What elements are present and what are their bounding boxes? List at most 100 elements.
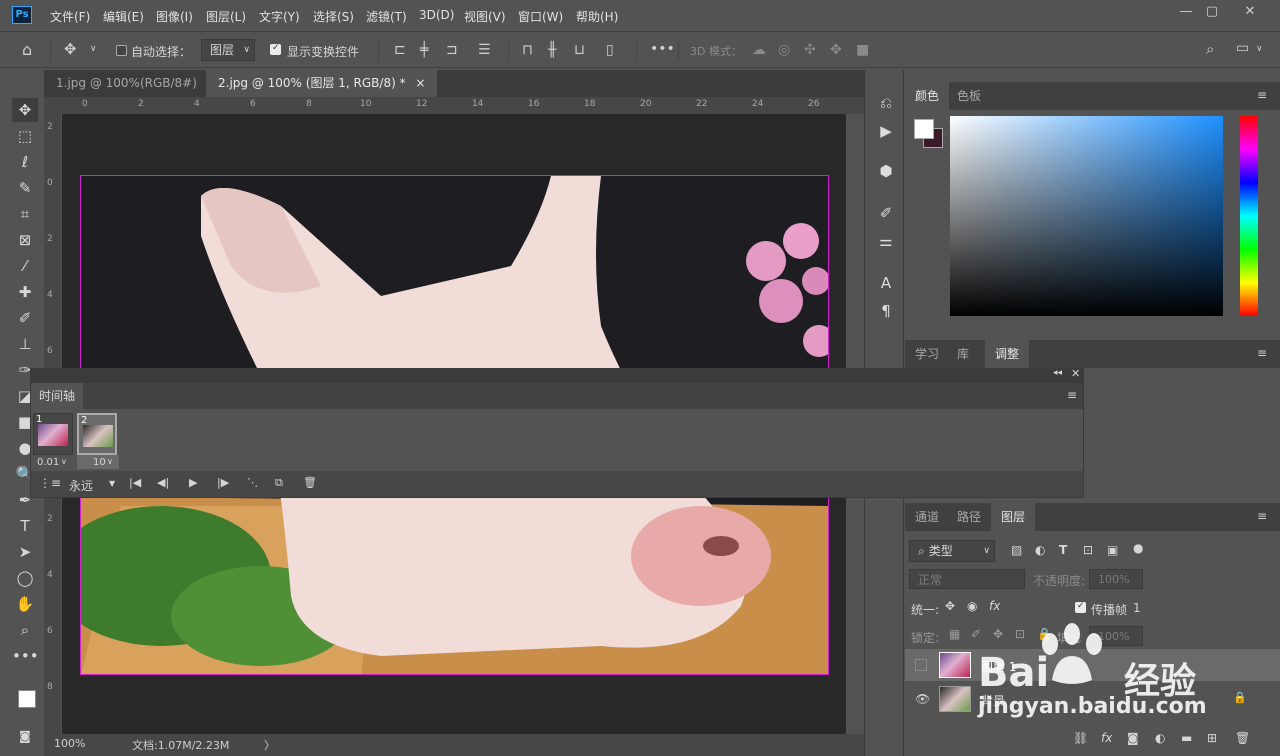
play-icon[interactable]: ▶ <box>189 476 197 489</box>
align-left-icon[interactable]: ⊏ <box>394 42 406 58</box>
shape-filter-icon[interactable]: ⊡ <box>1083 543 1093 557</box>
properties-icon[interactable]: ⚌ <box>875 230 897 252</box>
quick-mask-icon[interactable]: ◙ <box>12 724 38 748</box>
align-middle-icon[interactable]: ╫ <box>548 42 556 58</box>
tab-timeline[interactable]: 时间轴 <box>31 383 84 409</box>
chevron-down-icon[interactable]: ∨ <box>1256 44 1263 54</box>
previous-frame-icon[interactable]: ◀| <box>157 476 169 489</box>
actions-play-icon[interactable]: ▶ <box>875 120 897 142</box>
menu-edit[interactable]: 编辑(E) <box>103 8 144 25</box>
tab-libraries[interactable]: 库 <box>947 340 979 368</box>
pixel-filter-icon[interactable]: ▨ <box>1011 543 1022 557</box>
menu-select[interactable]: 选择(S) <box>313 8 354 25</box>
distribute-icon[interactable]: ☰ <box>478 42 491 58</box>
path-select-tool[interactable]: ➤ <box>12 540 38 564</box>
3d-pan-icon[interactable]: ✣ <box>804 42 816 58</box>
smart-object-filter-icon[interactable]: ▣ <box>1107 543 1118 557</box>
minimize-button[interactable]: — <box>1176 4 1196 20</box>
opacity-field[interactable]: 100% <box>1089 569 1143 589</box>
layer-style-icon[interactable]: fx <box>1101 731 1112 745</box>
shape-tool[interactable]: ◯ <box>12 566 38 590</box>
crop-tool[interactable]: ⌗ <box>12 202 38 226</box>
close-icon[interactable]: ✕ <box>1071 367 1080 380</box>
lock-pixels-icon[interactable]: ✐ <box>971 627 981 641</box>
menu-layer[interactable]: 图层(L) <box>206 8 246 25</box>
quick-select-tool[interactable]: ✎ <box>12 176 38 200</box>
marquee-tool[interactable]: ⬚ <box>12 124 38 148</box>
lock-position-icon[interactable]: ✥ <box>993 627 1003 641</box>
type-filter-icon[interactable]: T <box>1059 543 1067 557</box>
3d-camera-icon[interactable]: ■ <box>856 42 869 58</box>
auto-select-target-dropdown[interactable]: 图层 ∨ <box>201 39 255 61</box>
zoom-level[interactable]: 100% <box>54 737 85 750</box>
type-tool[interactable]: T <box>12 514 38 538</box>
menu-type[interactable]: 文字(Y) <box>259 8 300 25</box>
move-tool[interactable]: ✥ <box>12 98 38 122</box>
move-tool-icon[interactable]: ✥ <box>64 40 77 58</box>
duplicate-frame-icon[interactable]: ⧉ <box>275 476 283 490</box>
propagate-frame-checkbox[interactable] <box>1075 601 1086 613</box>
frame-delay[interactable]: 0.01 <box>37 457 59 468</box>
history-icon[interactable]: ⎌ <box>875 92 897 114</box>
tab-swatches[interactable]: 色板 <box>947 82 991 110</box>
adjustment-filter-icon[interactable]: ◐ <box>1035 543 1045 557</box>
chevron-down-icon[interactable]: ∨ <box>90 44 97 54</box>
tab-document-2[interactable]: 2.jpg @ 100% (图层 1, RGB/8) * × <box>206 70 438 97</box>
panel-menu-icon[interactable]: ≡ <box>1067 388 1077 402</box>
3d-orbit-icon[interactable]: ☁ <box>752 42 766 58</box>
convert-timeline-icon[interactable]: ⋮≡ <box>39 476 61 490</box>
loop-option[interactable]: 永远 <box>69 477 93 494</box>
foreground-color-swatch[interactable] <box>18 690 36 708</box>
lasso-tool[interactable]: ℓ <box>12 150 38 174</box>
tab-document-1[interactable]: 1.jpg @ 100%(RGB/8#) × <box>44 70 229 97</box>
lock-artboard-icon[interactable]: ⊡ <box>1015 627 1025 641</box>
trash-icon[interactable]: 🗑 <box>303 476 317 489</box>
align-center-icon[interactable]: ╪ <box>420 42 428 58</box>
menu-file[interactable]: 文件(F) <box>50 8 90 25</box>
panel-menu-icon[interactable]: ≡ <box>1257 509 1267 523</box>
auto-select-checkbox[interactable] <box>116 45 127 56</box>
menu-help[interactable]: 帮助(H) <box>576 8 618 25</box>
menu-3d[interactable]: 3D(D) <box>419 8 454 22</box>
panel-menu-icon[interactable]: ≡ <box>1257 346 1267 360</box>
3d-roll-icon[interactable]: ◎ <box>778 42 790 58</box>
eye-icon[interactable]: 👁 <box>915 692 930 706</box>
search-icon[interactable]: ⌕ <box>1206 40 1214 58</box>
chevron-down-icon[interactable]: ▼ <box>109 479 115 488</box>
tab-paths[interactable]: 路径 <box>947 503 991 531</box>
chevron-down-icon[interactable]: ∨ <box>107 457 113 466</box>
color-spectrum-field[interactable] <box>950 116 1223 316</box>
menu-window[interactable]: 窗口(W) <box>518 8 563 25</box>
menu-image[interactable]: 图像(I) <box>156 8 193 25</box>
maximize-button[interactable]: ▢ <box>1202 4 1222 20</box>
3d-panel-icon[interactable]: ⬢ <box>875 160 897 182</box>
menu-view[interactable]: 视图(V) <box>464 8 506 25</box>
tab-color[interactable]: 颜色 <box>905 82 950 110</box>
tab-adjustments[interactable]: 调整 <box>985 340 1030 368</box>
zoom-tool[interactable]: ⌕ <box>12 618 38 642</box>
link-layers-icon[interactable]: ⛓ <box>1073 731 1088 745</box>
layer-visibility-toggle[interactable] <box>915 659 927 671</box>
timeline-frame-2[interactable]: 2 <box>77 413 117 455</box>
trash-icon[interactable]: 🗑 <box>1235 731 1250 745</box>
new-layer-icon[interactable]: ⊞ <box>1207 731 1217 745</box>
align-bottom-icon[interactable]: ⊔ <box>574 42 585 58</box>
next-frame-icon[interactable]: |▶ <box>217 476 229 489</box>
layer-name[interactable]: 背景 <box>981 692 1005 709</box>
brush-settings-icon[interactable]: ✐ <box>875 202 897 224</box>
unify-visibility-icon[interactable]: ◉ <box>967 599 977 613</box>
collapse-icon[interactable]: ◂◂ <box>1053 368 1062 378</box>
layer-name[interactable]: 图层 1 <box>981 658 1016 675</box>
align-top-icon[interactable]: ⊓ <box>522 42 533 58</box>
distribute-vertical-icon[interactable]: ▯ <box>606 42 614 58</box>
layer-row-background[interactable]: 👁 背景 🔒 <box>905 683 1280 715</box>
adjustment-layer-icon[interactable]: ◐ <box>1155 731 1165 745</box>
menu-filter[interactable]: 滤镜(T) <box>366 8 407 25</box>
tab-channels[interactable]: 通道 <box>905 503 949 531</box>
home-icon[interactable]: ⌂ <box>22 40 32 59</box>
fill-field[interactable]: 100% <box>1089 626 1143 646</box>
hand-tool[interactable]: ✋ <box>12 592 38 616</box>
clone-stamp-tool[interactable]: ⊥ <box>12 332 38 356</box>
timeline-frame-1[interactable]: 1 <box>33 413 73 455</box>
lock-transparent-icon[interactable]: ▦ <box>949 627 960 641</box>
